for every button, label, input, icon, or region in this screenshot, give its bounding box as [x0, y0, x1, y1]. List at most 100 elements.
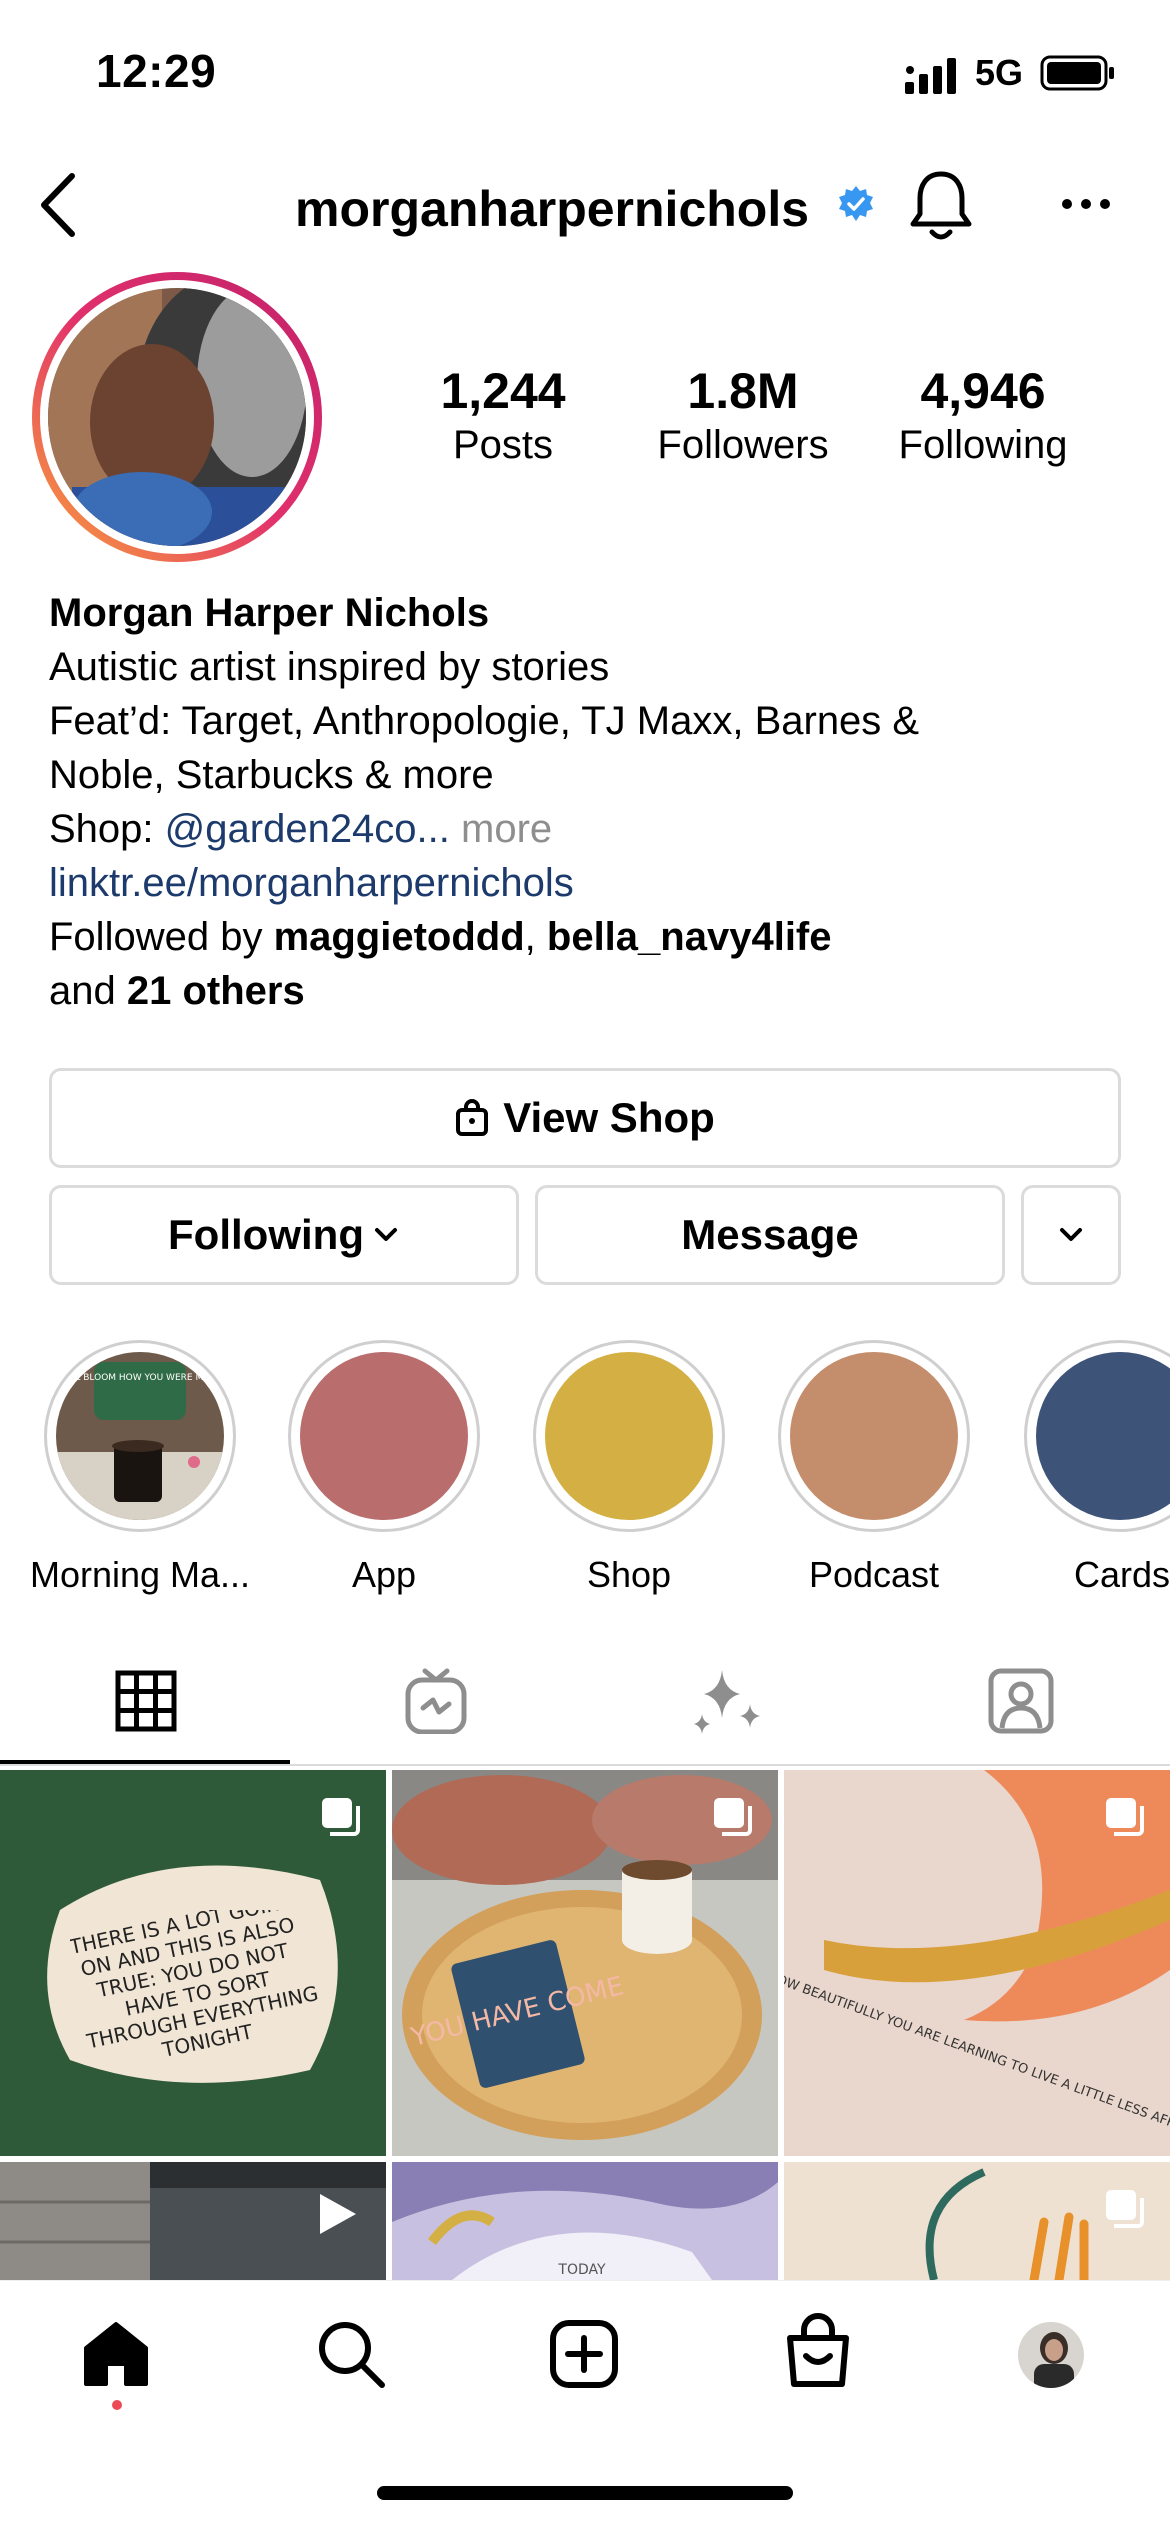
view-shop-label: View Shop — [503, 1094, 715, 1141]
post-caption-text: THERE IS A LOT GOING ON AND THIS IS ALSO… — [70, 1910, 320, 2062]
tab-active-indicator — [0, 1760, 290, 1764]
highlight-cover — [1036, 1352, 1170, 1520]
highlight-ring — [778, 1340, 970, 1532]
bio-shop-line: Shop: @garden24co... more — [49, 802, 1129, 856]
stat-followers[interactable]: 1.8M Followers — [633, 362, 853, 470]
highlight-ring: YOU WILL BLOOM HOW YOU WERE MEANT TO — [44, 1340, 236, 1532]
network-type: 5G — [975, 52, 1024, 93]
post-tile[interactable]: TODAY — [392, 2162, 778, 2280]
stat-label: Following — [898, 423, 1068, 467]
highlight-label: Shop — [586, 1554, 672, 1595]
highlight-ring — [288, 1340, 480, 1532]
highlight-cover: YOU WILL BLOOM HOW YOU WERE MEANT TO — [56, 1352, 224, 1520]
battery-icon — [1040, 55, 1116, 91]
highlight-label: App — [351, 1554, 417, 1595]
search-icon — [319, 2322, 385, 2388]
highlight-app[interactable]: App — [264, 1340, 504, 1596]
igtv-icon — [405, 1668, 467, 1735]
shopping-bag-icon — [456, 1099, 489, 1136]
highlight-ring — [533, 1340, 725, 1532]
followed-by-others-line: and 21 others — [49, 964, 1129, 1018]
nav-profile[interactable] — [1016, 2320, 1086, 2390]
separator: , — [524, 915, 547, 959]
video-play-icon — [320, 2194, 356, 2234]
notifications-button[interactable] — [908, 168, 974, 244]
message-label: Message — [681, 1211, 859, 1258]
chevron-down-icon — [1060, 1228, 1082, 1241]
stat-value: 1,244 — [440, 363, 566, 419]
following-button[interactable]: Following — [49, 1185, 519, 1285]
bio-website-link[interactable]: linktr.ee/morganharpernichols — [49, 856, 1129, 910]
highlight-label: Morning Ma... — [29, 1554, 251, 1595]
stat-value: 4,946 — [920, 363, 1046, 419]
nav-create[interactable] — [548, 2318, 620, 2390]
following-label: Following — [168, 1211, 364, 1258]
stat-value: 1.8M — [687, 363, 799, 419]
username: morganharpernichols — [295, 180, 810, 237]
post-tile[interactable]: THERE IS A LOT GOING ON AND THIS IS ALSO… — [0, 1770, 386, 2156]
post-tile[interactable]: O HOW BEAUTIFULLY YOU ARE LEARNING TO LI… — [784, 1770, 1170, 2156]
profile-avatar-icon — [1018, 2322, 1084, 2388]
tab-tagged[interactable] — [988, 1668, 1054, 1734]
tab-guides[interactable] — [688, 1666, 764, 1738]
nav-shop[interactable] — [782, 2312, 854, 2390]
shop-prefix: Shop: — [49, 807, 165, 851]
stat-posts[interactable]: 1,244 Posts — [393, 362, 613, 470]
stat-label: Followers — [657, 423, 829, 467]
avatar-story-ring — [32, 272, 322, 562]
multiple-posts-icon — [714, 1798, 752, 1836]
multiple-posts-icon — [322, 1798, 360, 1836]
more-horizontal-icon — [1062, 199, 1110, 209]
tab-igtv[interactable] — [405, 1668, 467, 1735]
tab-grid[interactable] — [115, 1670, 177, 1732]
profile-bio: Morgan Harper Nichols Autistic artist in… — [49, 586, 1129, 1018]
highlight-cover — [790, 1352, 958, 1520]
post-image: TODAY — [392, 2162, 778, 2280]
highlight-label: Cards — [1074, 1554, 1170, 1595]
verified-badge-icon — [837, 177, 875, 235]
followed-by-prefix: Followed by — [49, 915, 274, 959]
add-post-icon — [550, 2320, 618, 2388]
highlight-podcast[interactable]: Podcast — [754, 1340, 994, 1596]
shop-handle-link[interactable]: @garden24co... — [165, 807, 450, 851]
highlight-morning[interactable]: YOU WILL BLOOM HOW YOU WERE MEANT TO Mor… — [20, 1340, 260, 1596]
and-text: and — [49, 969, 127, 1013]
highlight-cards[interactable]: Cards — [1024, 1340, 1170, 1596]
highlight-cover-text: YOU WILL BLOOM HOW YOU WERE MEANT TO — [56, 1373, 224, 1383]
more-options-button[interactable] — [1060, 190, 1112, 218]
follower-link[interactable]: bella_navy4life — [547, 915, 832, 959]
follower-link[interactable]: maggietoddd — [274, 915, 525, 959]
post-tile[interactable]: YOU HAVE COME — [392, 1770, 778, 2156]
signal-icon — [905, 58, 959, 94]
followed-by-line: Followed by maggietoddd, bella_navy4life — [49, 910, 1129, 964]
grid-icon — [115, 1670, 177, 1732]
stat-following[interactable]: 4,946 Following — [873, 362, 1093, 470]
post-tile[interactable] — [0, 2162, 386, 2280]
post-tile[interactable] — [784, 2162, 1170, 2280]
bio-more-link[interactable]: more — [450, 807, 552, 851]
bio-line: Noble, Starbucks & more — [49, 753, 494, 797]
stat-label: Posts — [452, 423, 554, 467]
nav-home[interactable] — [80, 2318, 152, 2410]
nav-search[interactable] — [315, 2318, 387, 2390]
suggested-accounts-button[interactable] — [1021, 1185, 1121, 1285]
view-shop-button[interactable]: View Shop — [49, 1068, 1121, 1168]
message-button[interactable]: Message — [535, 1185, 1005, 1285]
bell-icon — [910, 171, 972, 240]
highlight-cover — [545, 1352, 713, 1520]
profile-username-header: morganharpernichols — [0, 176, 1170, 238]
chevron-down-icon — [374, 1228, 397, 1241]
status-time: 12:29 — [96, 45, 217, 97]
highlight-ring — [1024, 1340, 1170, 1532]
post-partial-text: TODAY — [557, 2262, 606, 2278]
multiple-posts-icon — [1106, 2190, 1144, 2228]
highlight-shop[interactable]: Shop — [509, 1340, 749, 1596]
profile-full-name: Morgan Harper Nichols — [49, 591, 490, 635]
profile-avatar[interactable] — [32, 272, 322, 562]
bio-line: Feat’d: Target, Anthropologie, TJ Maxx, … — [49, 699, 920, 743]
highlight-cover — [300, 1352, 468, 1520]
highlight-label: Podcast — [808, 1554, 940, 1595]
home-indicator — [377, 2486, 793, 2500]
sparkles-icon — [694, 1670, 760, 1734]
others-link[interactable]: 21 others — [127, 969, 305, 1013]
